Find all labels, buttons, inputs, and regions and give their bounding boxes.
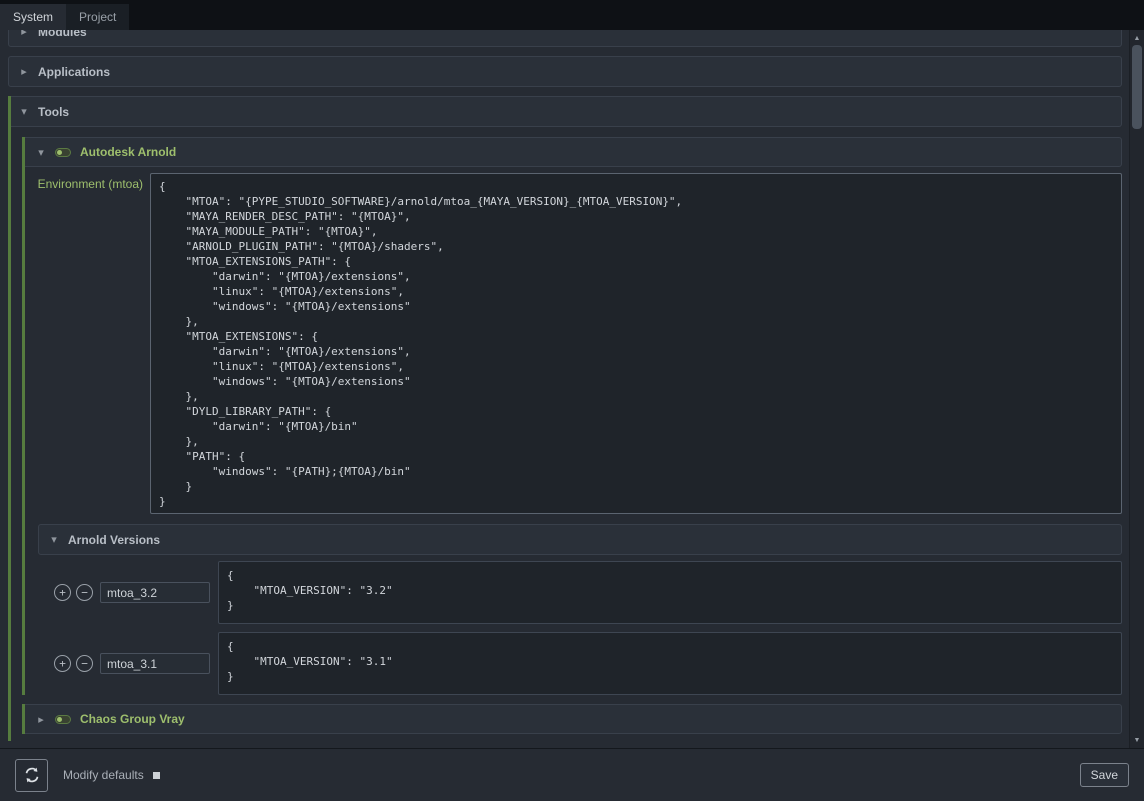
- settings-scroll-area: ▸ Modules ▸ Applications ▾ Tools ▾: [0, 30, 1144, 748]
- remove-version-button[interactable]: −: [76, 655, 93, 672]
- tab-bar: System Project: [0, 0, 1144, 30]
- caret-right-icon: ▸: [36, 713, 46, 726]
- tool-group-chaos-group-vray: ▸ Chaos Group Vray: [22, 704, 1122, 734]
- scrollbar-down-arrow-icon[interactable]: ▼: [1130, 733, 1144, 747]
- footer-bar: Modify defaults Save: [0, 748, 1144, 801]
- section-tools-label: Tools: [38, 105, 69, 119]
- toggle-knob: [57, 717, 62, 722]
- tool-arnold-label: Autodesk Arnold: [80, 145, 176, 159]
- arnold-versions-label: Arnold Versions: [68, 533, 160, 547]
- refresh-button[interactable]: [15, 759, 48, 792]
- settings-list: ▸ Modules ▸ Applications ▾ Tools ▾: [8, 30, 1122, 741]
- caret-right-icon: ▸: [19, 65, 29, 78]
- vray-enabled-toggle-icon[interactable]: [55, 715, 71, 724]
- modify-defaults-label: Modify defaults: [63, 768, 144, 782]
- tool-group-autodesk-arnold: ▾ Autodesk Arnold Environment (mtoa) { "…: [22, 137, 1122, 695]
- section-applications-label: Applications: [38, 65, 110, 79]
- tools-accent-bar: [8, 96, 11, 741]
- section-header-modules[interactable]: ▸ Modules: [8, 30, 1122, 47]
- caret-down-icon: ▾: [49, 533, 59, 546]
- arnold-accent-bar: [22, 137, 25, 695]
- version-value-input[interactable]: { "MTOA_VERSION": "3.1" }: [218, 632, 1122, 695]
- version-name-input[interactable]: [100, 582, 210, 603]
- version-value-input[interactable]: { "MTOA_VERSION": "3.2" }: [218, 561, 1122, 624]
- vray-accent-bar: [22, 704, 25, 734]
- caret-down-icon: ▾: [36, 146, 46, 159]
- remove-version-button[interactable]: −: [76, 584, 93, 601]
- section-header-tools[interactable]: ▾ Tools: [8, 96, 1122, 127]
- tab-project-label: Project: [79, 10, 116, 24]
- tab-system-label: System: [13, 10, 53, 24]
- arnold-versions-block: ▾ Arnold Versions + − { "MTOA_VERSION": …: [38, 524, 1122, 695]
- caret-down-icon: ▾: [19, 105, 29, 118]
- save-button[interactable]: Save: [1080, 763, 1129, 787]
- toggle-knob: [57, 150, 62, 155]
- add-version-button[interactable]: +: [54, 584, 71, 601]
- version-name-input[interactable]: [100, 653, 210, 674]
- section-modules-label: Modules: [38, 30, 87, 39]
- environment-mtoa-input[interactable]: { "MTOA": "{PYPE_STUDIO_SOFTWARE}/arnold…: [150, 173, 1122, 514]
- scrollbar-thumb[interactable]: [1132, 45, 1142, 129]
- environment-mtoa-label: Environment (mtoa): [22, 173, 150, 514]
- tool-header-autodesk-arnold[interactable]: ▾ Autodesk Arnold: [22, 137, 1122, 167]
- section-header-applications[interactable]: ▸ Applications: [8, 56, 1122, 87]
- caret-right-icon: ▸: [19, 30, 29, 38]
- tool-header-chaos-group-vray[interactable]: ▸ Chaos Group Vray: [22, 704, 1122, 734]
- tab-project[interactable]: Project: [66, 4, 129, 30]
- version-row: + − { "MTOA_VERSION": "3.1" }: [38, 632, 1122, 695]
- tools-body: ▾ Autodesk Arnold Environment (mtoa) { "…: [8, 137, 1122, 734]
- version-row: + − { "MTOA_VERSION": "3.2" }: [38, 561, 1122, 624]
- tab-system[interactable]: System: [0, 4, 66, 30]
- tool-vray-label: Chaos Group Vray: [80, 712, 185, 726]
- section-tools: ▾ Tools ▾ Autodesk Arnold Environment (m…: [8, 96, 1122, 741]
- section-header-arnold-versions[interactable]: ▾ Arnold Versions: [38, 524, 1122, 555]
- refresh-icon: [23, 766, 41, 784]
- modify-defaults-checkbox[interactable]: [153, 772, 160, 779]
- vertical-scrollbar: ▲ ▼: [1129, 30, 1144, 748]
- add-version-button[interactable]: +: [54, 655, 71, 672]
- arnold-enabled-toggle-icon[interactable]: [55, 148, 71, 157]
- scrollbar-up-arrow-icon[interactable]: ▲: [1130, 31, 1144, 45]
- environment-row: Environment (mtoa) { "MTOA": "{PYPE_STUD…: [22, 173, 1122, 514]
